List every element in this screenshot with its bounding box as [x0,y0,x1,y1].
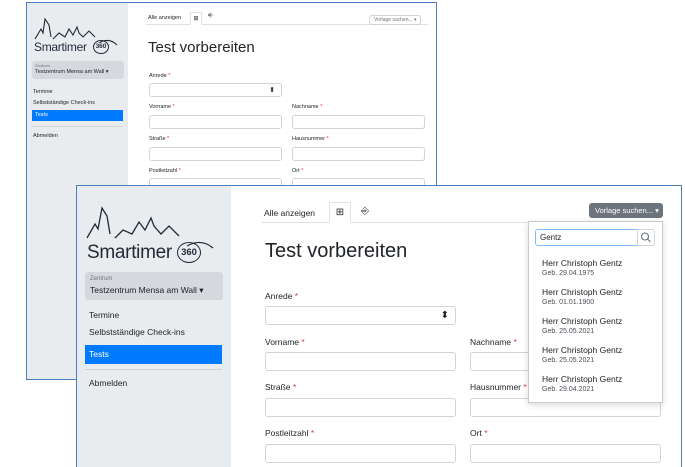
result-name: Herr Christoph Gentz [542,287,623,297]
search-result-item[interactable]: Herr Christoph Gentz Geb. 01.01.1900 [529,284,662,313]
smartimer-logo: Smartimer 360 [33,9,123,57]
result-dob: Geb. 29.04.2021 [542,386,595,393]
zip-label: Postleitzahl * [149,168,181,174]
search-button[interactable] [637,229,655,246]
result-name: Herr Christoph Gentz [542,374,623,384]
sidebar: Smartimer 360 Zentrum Testzentrum Mensa … [77,186,231,467]
chevron-down-icon: ▾ [105,69,109,75]
sidebar-item-check-ins[interactable]: Selbstständige Check-ins [77,324,231,340]
salutation-label: Anrede * [265,291,299,301]
main-content: Alle anzeigen ⊞ ⎆ Vorlage suchen... ▾ Te… [231,186,681,467]
sidebar-item-termine[interactable]: Termine [27,87,128,97]
result-dob: Geb. 01.01.1900 [542,299,595,306]
select-arrows-icon: ⬍ [440,310,449,321]
search-query-text: Gentz [540,233,562,242]
result-name: Herr Christoph Gentz [542,316,623,326]
import-icon[interactable]: ⎆ [208,13,213,20]
page-title: Test vorbereiten [148,39,255,56]
search-result-item[interactable]: Herr Christoph Gentz Geb. 25.05.2021 [529,313,662,342]
housenumber-label: Hausnummer * [470,382,527,392]
city-label: Ort * [470,428,488,438]
sidebar-item-logout[interactable]: Abmelden [77,375,231,391]
brand-badge: 360 [177,242,201,263]
list-add-icon[interactable]: ⊞ [329,202,351,223]
center-caption: Zentrum [90,276,113,282]
select-arrows-icon: ⬍ [269,87,275,94]
firstname-field[interactable] [265,352,456,371]
result-dob: Geb. 25.05.2021 [542,328,595,335]
template-search-button[interactable]: Vorlage suchen... ▾ [589,203,663,218]
housenumber-label: Hausnummer * [292,136,329,142]
app-window: Smartimer 360 Zentrum Testzentrum Mensa … [76,185,682,467]
zip-field[interactable] [265,444,456,463]
sidebar-divider [85,369,222,370]
sidebar-item-logout[interactable]: Abmelden [27,131,128,141]
center-caption: Zentrum [35,63,50,68]
firstname-label: Vorname * [265,337,305,347]
search-result-item[interactable]: Herr Christoph Gentz Geb. 25.05.2021 [529,342,662,371]
search-result-item[interactable]: Herr Christoph Gentz Geb. 29.04.1975 [529,255,662,284]
result-name: Herr Christoph Gentz [542,258,623,268]
brand-name: Smartimer [87,242,172,263]
chevron-down-icon: ▾ [414,17,417,23]
firstname-label: Vorname * [149,104,175,110]
housenumber-field[interactable] [292,147,425,161]
result-dob: Geb. 29.04.1975 [542,270,595,277]
salutation-select[interactable]: ⬍ [149,83,282,97]
street-label: Straße * [149,136,170,142]
sidebar-item-check-ins[interactable]: Selbstständige Check-ins [27,98,128,108]
template-search-dropdown: Gentz Herr Christoph Gentz Geb. 29.04.19… [528,221,663,403]
lastname-field[interactable] [292,115,425,129]
center-name: Testzentrum Mensa am Wall [35,69,105,75]
result-name: Herr Christoph Gentz [542,345,623,355]
page-title: Test vorbereiten [265,240,408,262]
street-field[interactable] [265,398,456,417]
sidebar-item-termine[interactable]: Termine [77,307,231,323]
template-search-button[interactable]: Vorlage suchen... ▾ [369,15,421,25]
template-search-label: Vorlage suchen... [595,206,653,215]
street-field[interactable] [149,147,282,161]
tab-all[interactable]: Alle anzeigen [264,208,315,218]
city-label: Ort * [292,168,304,174]
template-search-label: Vorlage suchen... [374,17,413,23]
search-icon [640,232,651,243]
salutation-select[interactable]: ⬍ [265,306,456,325]
sidebar-item-tests[interactable]: Tests [85,345,222,364]
tab-all[interactable]: Alle anzeigen [148,15,181,21]
lastname-label: Nachname * [292,104,323,110]
template-search-input[interactable]: Gentz [535,229,638,246]
list-add-icon[interactable]: ⊞ [190,12,202,25]
lastname-label: Nachname * [470,337,517,347]
result-dob: Geb. 25.05.2021 [542,357,595,364]
brand-badge: 360 [93,40,109,54]
brand-name: Smartimer [34,40,87,54]
smartimer-logo: Smartimer 360 [85,196,225,268]
import-icon[interactable]: ⎆ [361,206,369,217]
street-label: Straße * [265,382,297,392]
city-field[interactable] [470,444,661,463]
center-selector[interactable]: Zentrum Testzentrum Mensa am Wall ▾ [85,272,223,300]
sidebar-divider [32,126,123,127]
search-result-item[interactable]: Herr Christoph Gentz Geb. 29.04.2021 [529,371,662,400]
salutation-label: Anrede * [149,73,171,79]
center-selector[interactable]: Zentrum Testzentrum Mensa am Wall ▾ [32,61,124,79]
center-name: Testzentrum Mensa am Wall [90,285,197,295]
sidebar-item-tests[interactable]: Tests [32,110,123,121]
chevron-down-icon: ▾ [199,285,204,295]
firstname-field[interactable] [149,115,282,129]
chevron-down-icon: ▾ [655,206,659,215]
zip-label: Postleitzahl * [265,428,315,438]
